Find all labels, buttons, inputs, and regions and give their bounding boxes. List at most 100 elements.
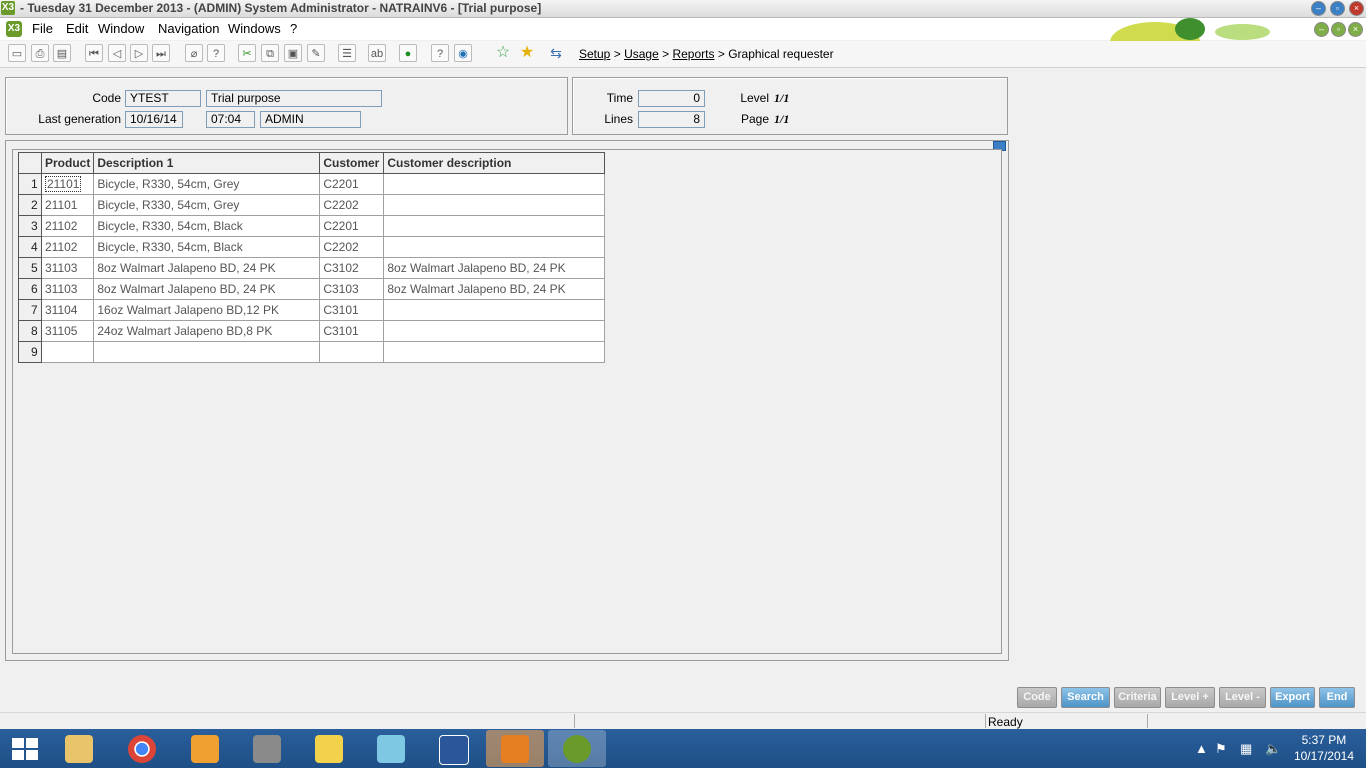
menu-file[interactable]: File (32, 21, 53, 36)
cell-customer[interactable]: C3103 (319, 278, 385, 300)
attachment-icon[interactable]: ⌀ (185, 44, 203, 62)
table-row[interactable]: 1 21101 Bicycle, R330, 54cm, Grey C2201 (18, 173, 606, 195)
code-button[interactable]: Code (1017, 687, 1057, 708)
text-icon[interactable]: ab (368, 44, 386, 62)
last-generation-user-field[interactable]: ADMIN (260, 111, 361, 128)
code-field[interactable]: YTEST (125, 90, 201, 107)
cell-description[interactable]: Bicycle, R330, 54cm, Grey (93, 173, 321, 195)
menu-windows[interactable]: Windows (228, 21, 281, 36)
next-record-icon[interactable]: ▷ (130, 44, 148, 62)
cell-product[interactable]: 21102 (40, 236, 95, 258)
copy-icon[interactable]: ⧉ (261, 44, 279, 62)
search-button[interactable]: Search (1061, 687, 1110, 708)
favorite-outline-icon[interactable]: ☆ (494, 44, 512, 62)
cell-description[interactable]: Bicycle, R330, 54cm, Grey (93, 194, 321, 216)
cell-customer[interactable]: C2201 (319, 173, 385, 195)
column-header-customer[interactable]: Customer (319, 152, 385, 174)
search-icon[interactable]: ◉ (454, 44, 472, 62)
taskbar-help[interactable] (300, 730, 358, 767)
cell-customer[interactable]: C2202 (319, 236, 385, 258)
cell-customer[interactable]: C3102 (319, 257, 385, 279)
cell-customer-description[interactable] (383, 341, 606, 363)
level-plus-button[interactable]: Level + (1165, 687, 1215, 708)
table-row[interactable]: 6 31103 8oz Walmart Jalapeno BD, 24 PK C310… (18, 278, 606, 300)
taskbar-tools[interactable] (238, 730, 296, 767)
table-row[interactable]: 4 21102 Bicycle, R330, 54cm, Black C2202 (18, 236, 606, 258)
cell-customer-description[interactable] (383, 236, 606, 258)
menu-edit[interactable]: Edit (66, 21, 88, 36)
mdi-minimize-icon[interactable]: – (1314, 22, 1329, 37)
show-hidden-icons-icon[interactable]: ▲ (1195, 741, 1208, 756)
cell-customer[interactable] (319, 341, 385, 363)
end-button[interactable]: End (1319, 687, 1355, 708)
cell-product[interactable] (40, 341, 95, 363)
print-icon[interactable]: ⎙ (31, 44, 49, 62)
help-icon[interactable]: ? (207, 44, 225, 62)
table-row[interactable]: 7 31104 16oz Walmart Jalapeno BD,12 PK C310… (18, 299, 606, 321)
start-button[interactable] (0, 730, 48, 767)
table-row[interactable]: 8 31105 24oz Walmart Jalapeno BD,8 PK C3101 (18, 320, 606, 342)
cut-icon[interactable]: ✂ (238, 44, 256, 62)
first-record-icon[interactable]: ⏮ (85, 44, 103, 62)
breadcrumb-setup[interactable]: Setup (579, 47, 610, 61)
breadcrumb-reports[interactable]: Reports (672, 47, 714, 61)
previous-record-icon[interactable]: ◁ (108, 44, 126, 62)
cell-description[interactable]: 8oz Walmart Jalapeno BD, 24 PK (93, 257, 321, 279)
table-row[interactable]: 2 21101 Bicycle, R330, 54cm, Grey C2202 (18, 194, 606, 216)
cell-customer-description[interactable] (383, 299, 606, 321)
cell-description[interactable]: Bicycle, R330, 54cm, Black (93, 215, 321, 237)
volume-icon[interactable]: 🔈 (1265, 741, 1281, 757)
cell-product[interactable]: 31104 (40, 299, 95, 321)
minimize-icon[interactable]: – (1311, 1, 1326, 16)
export-button[interactable]: Export (1270, 687, 1315, 708)
taskbar-word[interactable] (424, 730, 482, 767)
last-generation-time-field[interactable]: 07:04 (206, 111, 255, 128)
cell-product[interactable]: 21101 (40, 194, 95, 216)
lines-field[interactable]: 8 (638, 111, 705, 128)
column-header-description[interactable]: Description 1 (93, 152, 321, 174)
cell-description[interactable]: 16oz Walmart Jalapeno BD,12 PK (93, 299, 321, 321)
cell-customer-description[interactable] (383, 215, 606, 237)
taskbar-notes[interactable] (362, 730, 420, 767)
edit-icon[interactable]: ✎ (307, 44, 325, 62)
signpost-icon[interactable]: ⇆ (544, 44, 568, 62)
criteria-button[interactable]: Criteria (1114, 687, 1161, 708)
cell-product[interactable]: 31103 (40, 257, 95, 279)
maximize-icon[interactable]: ▫ (1330, 1, 1345, 16)
column-header-customer-description[interactable]: Customer description (383, 152, 606, 174)
print-preview-icon[interactable]: ▤ (53, 44, 71, 62)
cell-description[interactable]: Bicycle, R330, 54cm, Black (93, 236, 321, 258)
question-icon[interactable]: ? (431, 44, 449, 62)
taskbar-chrome[interactable] (113, 730, 171, 767)
last-record-icon[interactable]: ⏭ (152, 44, 170, 62)
cell-description[interactable]: 8oz Walmart Jalapeno BD, 24 PK (93, 278, 321, 300)
taskbar-explorer[interactable] (50, 730, 108, 767)
cell-customer[interactable]: C2201 (319, 215, 385, 237)
table-row[interactable]: 9 (18, 341, 606, 363)
cell-customer-description[interactable] (383, 320, 606, 342)
cell-customer-description[interactable]: 8oz Walmart Jalapeno BD, 24 PK (383, 257, 606, 279)
cell-description[interactable]: 24oz Walmart Jalapeno BD,8 PK (93, 320, 321, 342)
cell-customer[interactable]: C3101 (319, 320, 385, 342)
refresh-icon[interactable]: ● (399, 44, 417, 62)
mdi-restore-icon[interactable]: ▫ (1331, 22, 1346, 37)
list-icon[interactable]: ☰ (338, 44, 356, 62)
taskbar-media[interactable] (486, 730, 544, 767)
action-center-icon[interactable]: ⚑ (1215, 741, 1227, 757)
menu-help[interactable]: ? (290, 21, 297, 36)
cell-customer[interactable]: C2202 (319, 194, 385, 216)
table-row[interactable]: 5 31103 8oz Walmart Jalapeno BD, 24 PK C310… (18, 257, 606, 279)
column-header-product[interactable]: Product (40, 152, 95, 174)
favorite-star-icon[interactable]: ★ (518, 44, 536, 62)
time-field[interactable]: 0 (638, 90, 705, 107)
clock[interactable]: 5:37 PM 10/17/2014 (1294, 732, 1354, 764)
cell-customer[interactable]: C3101 (319, 299, 385, 321)
new-icon[interactable]: ▭ (8, 44, 26, 62)
last-generation-date-field[interactable]: 10/16/14 (125, 111, 183, 128)
cell-product[interactable]: 31105 (40, 320, 95, 342)
close-icon[interactable]: × (1349, 1, 1364, 16)
cell-product[interactable]: 21102 (40, 215, 95, 237)
taskbar-outlook[interactable] (176, 730, 234, 767)
menu-navigation[interactable]: Navigation (158, 21, 219, 36)
cell-product[interactable]: 31103 (40, 278, 95, 300)
